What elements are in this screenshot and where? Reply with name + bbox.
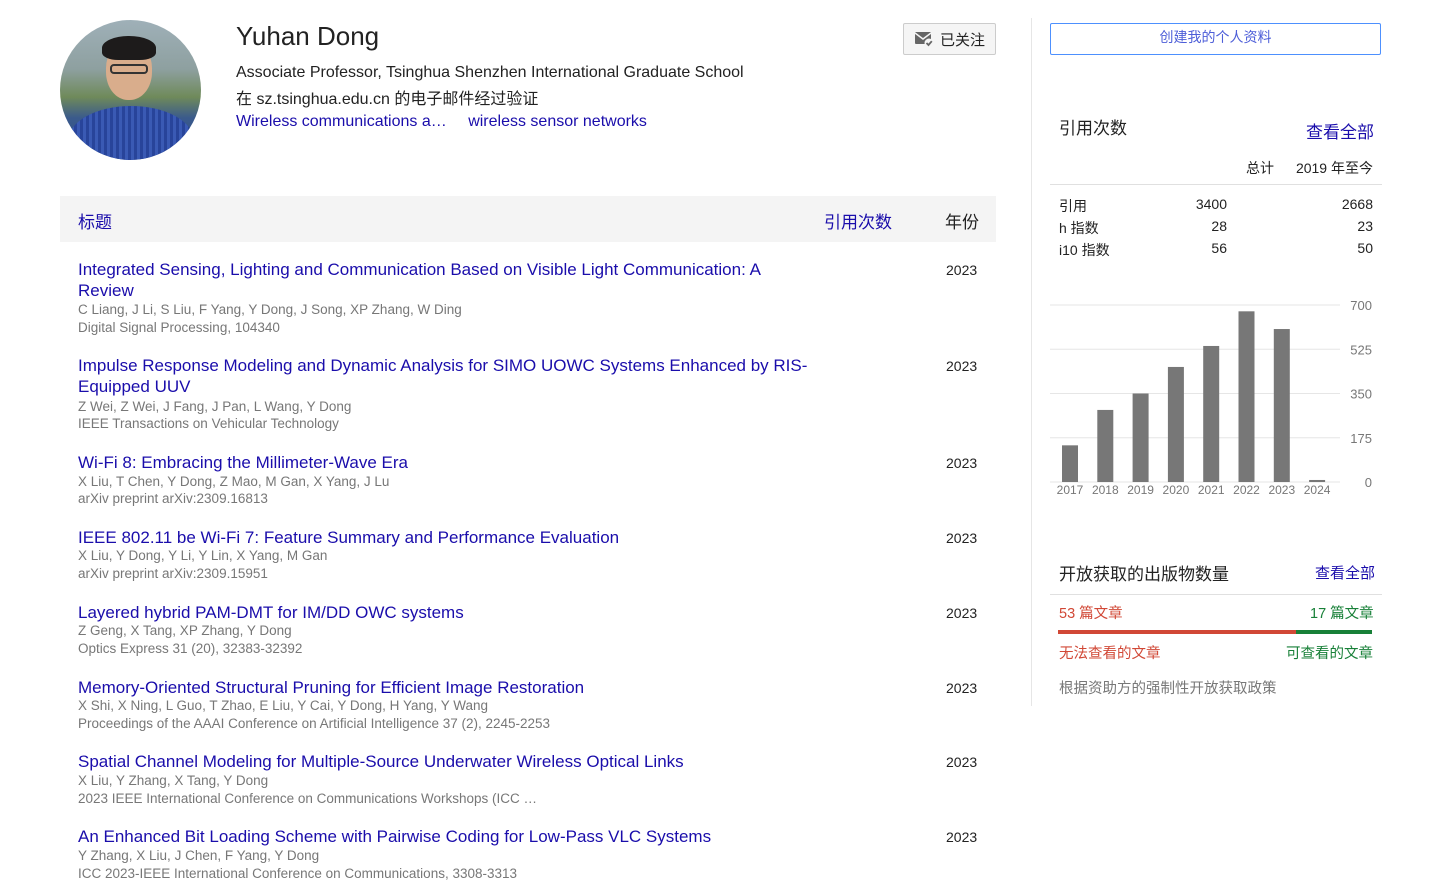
metric-total: 56 [1211,240,1227,256]
article-authors: X Liu, Y Dong, Y Li, Y Lin, X Yang, M Ga… [78,548,328,563]
article-year: 2023 [946,829,978,845]
citations-row: i10 指数 56 50 [1050,238,1382,260]
article-venue: ICC 2023-IEEE International Conference o… [78,866,518,881]
citations-row: h 指数 28 23 [1050,216,1382,238]
divider [1050,594,1382,595]
article-title[interactable]: Integrated Sensing, Lighting and Communi… [78,259,808,301]
citations-table-header: 总计 2019 年至今 [1050,150,1382,185]
metric-total: 3400 [1195,196,1227,212]
article-year: 2023 [946,605,978,621]
x-tick-label: 2017 [1057,483,1084,497]
x-tick-label: 2024 [1304,483,1331,497]
col-total: 总计 [1246,160,1274,176]
article-venue: Digital Signal Processing, 104340 [78,320,280,335]
available-articles-link[interactable]: 可查看的文章 [1286,642,1373,663]
article-venue: Proceedings of the AAAI Conference on Ar… [78,716,551,731]
research-interests: Wireless communications a… wireless sens… [236,113,664,131]
article-title[interactable]: Impulse Response Modeling and Dynamic An… [78,355,808,397]
col-since: 2019 年至今 [1295,160,1373,176]
unavailable-count: 53 篇文章 [1059,606,1123,622]
y-tick-label: 0 [1365,475,1372,490]
follow-label: 已关注 [940,31,986,49]
y-tick-label: 175 [1350,431,1372,446]
article-authors: X Shi, X Ning, L Guo, T Zhao, E Liu, Y C… [78,698,489,713]
article-title[interactable]: Wi-Fi 8: Embracing the Millimeter-Wave E… [78,452,808,473]
article-authors: X Liu, Y Zhang, X Tang, Y Dong [78,773,269,788]
article-venue: arXiv preprint arXiv:2309.16813 [78,491,268,506]
available-count: 17 篇文章 [1310,606,1374,622]
metric-since: 23 [1357,218,1373,234]
citations-view-all-link[interactable]: 查看全部 [1306,118,1374,143]
interest-link[interactable]: Wireless communications a… [236,113,447,130]
article-year: 2023 [946,455,978,471]
article-venue: IEEE Transactions on Vehicular Technolog… [78,416,339,431]
article-authors: C Liang, J Li, S Liu, F Yang, Y Dong, J … [78,302,462,317]
chart-bar-2021[interactable] [1203,345,1220,482]
metric-label[interactable]: h 指数 [1059,218,1099,238]
x-tick-label: 2018 [1092,483,1119,497]
column-divider [1031,18,1032,706]
chart-bar-2017[interactable] [1062,445,1078,482]
y-tick-label: 350 [1350,387,1372,402]
citations-row: 引用 3400 2668 [1050,194,1382,216]
citations-heading: 引用次数 [1059,119,1127,138]
metric-since: 2668 [1341,196,1373,212]
articles-table-header: 标题 引用次数 年份 [60,196,996,242]
x-tick-label: 2019 [1127,483,1154,497]
interest-link[interactable]: wireless sensor networks [468,113,647,130]
article-title[interactable]: Spatial Channel Modeling for Multiple-So… [78,751,808,772]
article-year: 2023 [946,358,978,374]
sort-by-citations[interactable]: 引用次数 [824,208,892,233]
x-tick-label: 2023 [1268,483,1295,497]
chart-bar-2019[interactable] [1132,393,1149,483]
profile-photo [60,20,201,160]
article-title[interactable]: Layered hybrid PAM-DMT for IM/DD OWC sys… [78,602,808,623]
unavailable-articles-link[interactable]: 无法查看的文章 [1059,642,1161,663]
article-authors: Z Geng, X Tang, XP Zhang, Y Dong [78,623,292,638]
open-access-view-all-link[interactable]: 查看全部 [1315,562,1375,583]
chart-bar-2024[interactable] [1309,479,1326,482]
metric-label[interactable]: i10 指数 [1059,240,1110,260]
article-venue: 2023 IEEE International Conference on Co… [78,791,537,806]
y-tick-label: 700 [1350,298,1372,313]
article-venue: Optics Express 31 (20), 32383-32392 [78,641,303,656]
metric-label[interactable]: 引用 [1059,196,1087,216]
citations-bar-chart: 0 175 350 525 700 2017 2018 2019 2020 2021 2022 202… [1050,298,1372,497]
available-fill [1295,630,1372,634]
mandate-note: 根据资助方的强制性开放获取政策 [1059,681,1277,697]
article-authors: Z Wei, Z Wei, J Fang, J Pan, L Wang, Y D… [78,399,352,414]
article-year: 2023 [946,754,978,770]
article-authors: Y Zhang, X Liu, J Chen, F Yang, Y Dong [78,848,320,863]
open-access-heading: 开放获取的出版物数量 [1059,565,1229,584]
sort-by-title[interactable]: 标题 [78,208,112,233]
article-year: 2023 [946,262,978,278]
mail-check-icon [914,31,934,48]
chart-bar-2022[interactable] [1238,311,1255,482]
chart-bar-2018[interactable] [1097,409,1114,482]
article-authors: X Liu, T Chen, Y Dong, Z Mao, M Gan, X Y… [78,474,390,489]
verified-email: 在 sz.tsinghua.edu.cn 的电子邮件经过验证 [236,91,539,108]
sort-by-year[interactable]: 年份 [945,208,979,233]
article-title[interactable]: IEEE 802.11 be Wi-Fi 7: Feature Summary … [78,527,808,548]
metric-total: 28 [1211,218,1227,234]
metric-since: 50 [1357,240,1373,256]
y-tick-label: 525 [1350,342,1372,357]
chart-bar-2023[interactable] [1273,329,1290,482]
follow-button[interactable]: 已关注 [903,23,996,55]
x-tick-label: 2021 [1198,483,1225,497]
chart-bar-2020[interactable] [1167,366,1184,482]
profile-name: Yuhan Dong [236,21,380,51]
article-year: 2023 [946,530,978,546]
open-access-progress-bar [1058,630,1372,634]
create-profile-button[interactable]: 创建我的个人资料 [1050,23,1381,55]
article-title[interactable]: An Enhanced Bit Loading Scheme with Pair… [78,826,808,847]
article-title[interactable]: Memory-Oriented Structural Pruning for E… [78,677,808,698]
article-year: 2023 [946,680,978,696]
profile-affiliation: Associate Professor, Tsinghua Shenzhen I… [236,64,744,81]
x-tick-label: 2022 [1233,483,1260,497]
x-tick-label: 2020 [1163,483,1190,497]
article-venue: arXiv preprint arXiv:2309.15951 [78,566,268,581]
